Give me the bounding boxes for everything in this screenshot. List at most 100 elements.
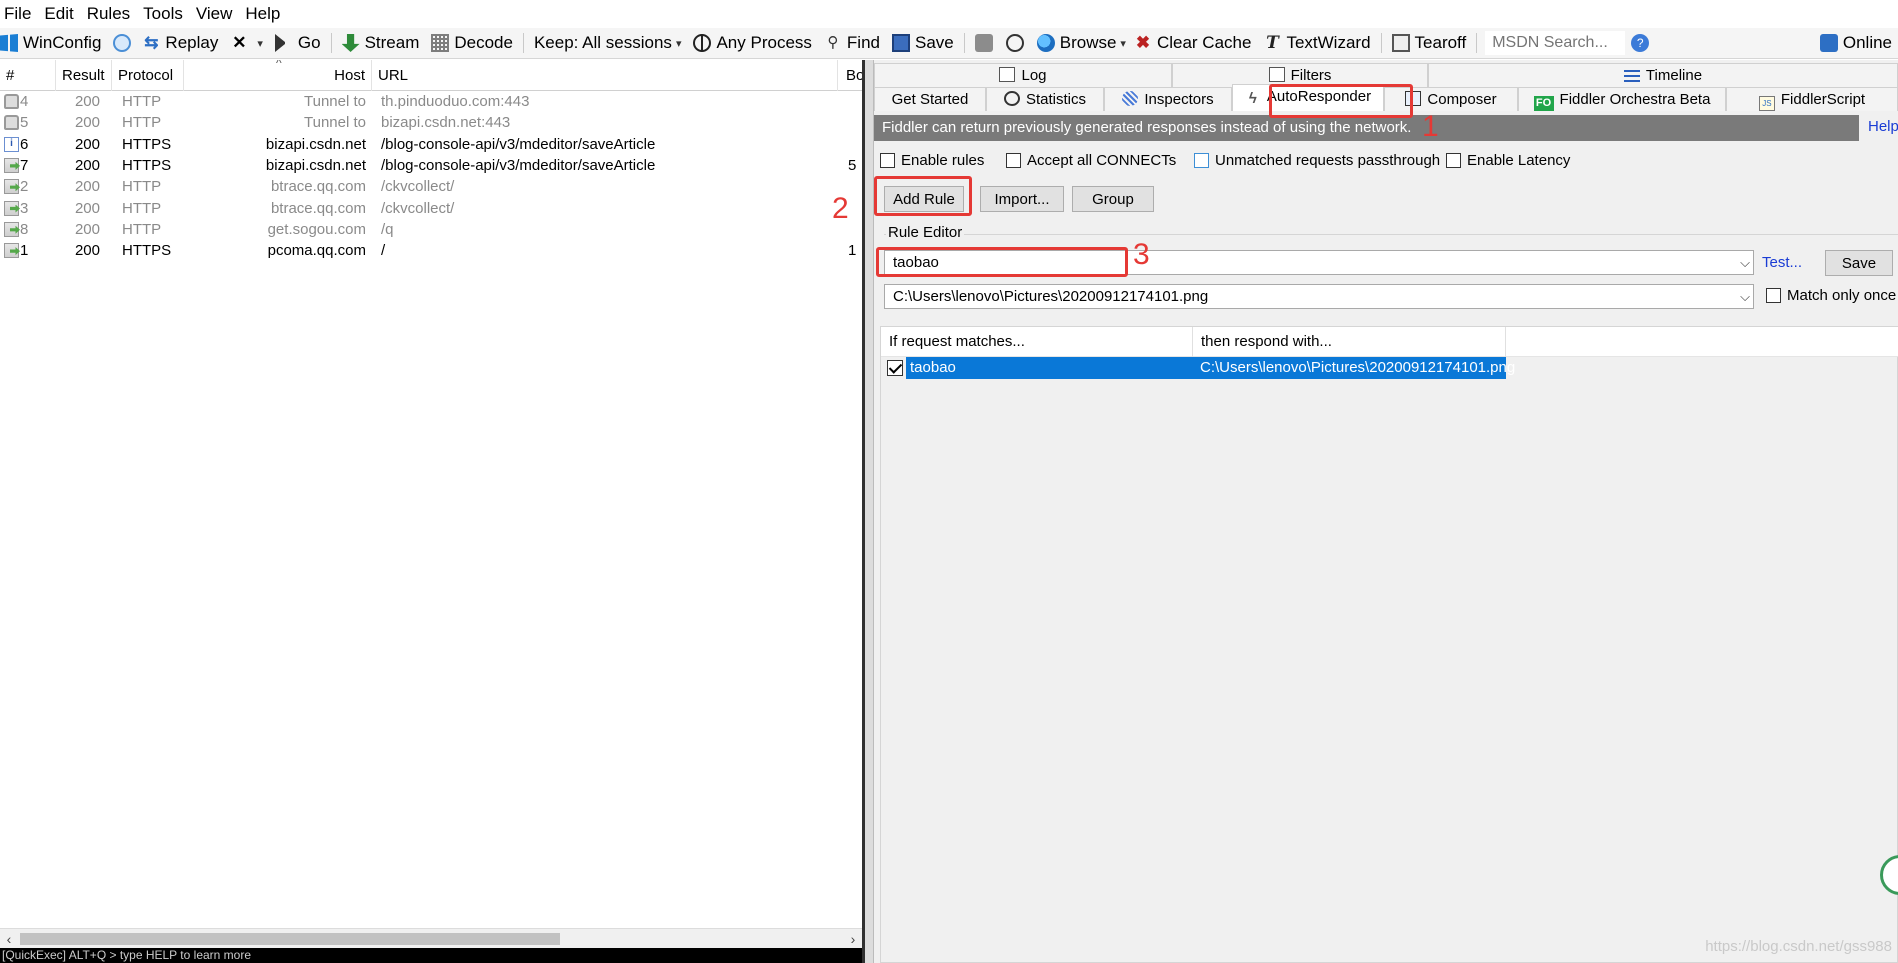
session-cell-url: /ckvcollect/ — [381, 178, 455, 196]
menu-rules[interactable]: Rules — [81, 4, 137, 24]
test-link[interactable]: Test... — [1762, 254, 1802, 271]
session-cell-url: /blog-console-api/v3/mdeditor/saveArticl… — [381, 135, 656, 153]
tab-statistics[interactable]: Statistics — [986, 87, 1104, 111]
group-button[interactable]: Group — [1072, 186, 1154, 212]
rule-row[interactable]: taobao C:\Users\lenovo\Pictures\20200912… — [881, 357, 1515, 379]
remove-dropdown-icon[interactable]: ▾ — [257, 37, 263, 50]
session-row[interactable]: 2 200 HTTP btrace.qq.com/ckvcollect/ — [0, 176, 862, 197]
msdn-search-input[interactable] — [1485, 31, 1626, 55]
session-row[interactable]: i 6 200 HTTPS bizapi.csdn.net/blog-console-a… — [0, 134, 862, 155]
annotation-number-3: 3 — [1133, 238, 1150, 271]
checkbox-box[interactable] — [1766, 288, 1781, 303]
pane-splitter[interactable] — [862, 60, 874, 963]
session-cell-result: 200 — [74, 178, 100, 196]
tab-fiddler-orchestra[interactable]: FO Fiddler Orchestra Beta — [1518, 87, 1726, 111]
menu-file[interactable]: File — [0, 4, 38, 24]
msdn-help-button[interactable]: ? — [1629, 28, 1656, 58]
winconfig-button[interactable]: WinConfig — [0, 28, 107, 58]
match-only-once-checkbox[interactable]: Match only once — [1766, 287, 1896, 304]
winconfig-label: WinConfig — [23, 33, 102, 52]
menu-view[interactable]: View — [190, 4, 240, 24]
tab-get-started[interactable]: Get Started — [874, 87, 986, 111]
chevron-down-icon[interactable]: ⌵ — [1740, 251, 1750, 274]
chevron-down-icon: ▾ — [675, 37, 682, 50]
session-row[interactable]: 7 200 HTTPS bizapi.csdn.net/blog-console-ap… — [0, 155, 862, 176]
fiddler-orchestra-icon: FO — [1533, 96, 1554, 111]
tab-fiddlerscript[interactable]: JS FiddlerScript — [1726, 87, 1898, 111]
column-body[interactable]: Bo — [838, 60, 862, 91]
save-icon — [891, 34, 910, 52]
checkbox-box[interactable] — [1194, 153, 1209, 168]
save-rule-button[interactable]: Save — [1825, 250, 1893, 276]
session-row[interactable]: 8 200 HTTP get.sogou.com/q — [0, 219, 862, 240]
menu-help[interactable]: Help — [239, 4, 287, 24]
rule-enabled-checkbox[interactable] — [887, 360, 903, 376]
find-button[interactable]: ⚲ Find — [818, 28, 886, 58]
checkbox-box[interactable] — [880, 153, 895, 168]
session-cell-id: 6 — [20, 135, 29, 153]
go-label: Go — [297, 33, 321, 52]
lightning-icon: ϟ — [1248, 90, 1257, 107]
stopwatch-icon — [1003, 91, 1020, 106]
textwizard-button[interactable]: T TextWizard — [1257, 28, 1376, 58]
checkbox-box[interactable] — [1446, 153, 1461, 168]
session-row[interactable]: 1 200 HTTPS pcoma.qq.com / 1 — [0, 240, 862, 261]
column-request-matches[interactable]: If request matches... — [881, 327, 1193, 357]
help-link[interactable]: Help — [1868, 118, 1898, 135]
tab-log[interactable]: Log — [874, 63, 1172, 87]
timer-button[interactable] — [1004, 28, 1031, 58]
go-button[interactable]: Go — [269, 28, 327, 58]
decode-button[interactable]: Decode — [425, 28, 519, 58]
rules-list[interactable]: If request matches... then respond with.… — [880, 326, 1898, 963]
clear-cache-button[interactable]: ✖ Clear Cache — [1132, 28, 1258, 58]
column-url[interactable]: URL — [372, 60, 838, 91]
unmatched-passthrough-checkbox[interactable]: Unmatched requests passthrough — [1194, 152, 1440, 169]
session-row[interactable]: 4 200 HTTP Tunnel to th.pinduoduo.com:443 — [0, 91, 862, 112]
chevron-down-icon[interactable]: ▾ — [1120, 37, 1126, 50]
replay-icon: ⇆ — [144, 33, 159, 52]
scroll-right-icon[interactable]: › — [844, 929, 862, 949]
rule-row-selected[interactable]: taobao C:\Users\lenovo\Pictures\20200912… — [906, 357, 1515, 379]
respond-input[interactable]: C:\Users\lenovo\Pictures\20200912174101.… — [884, 284, 1754, 309]
session-row[interactable]: 5 200 HTTP Tunnel to bizapi.csdn.net:443 — [0, 112, 862, 133]
enable-latency-checkbox[interactable]: Enable Latency — [1446, 152, 1570, 169]
session-cell-protocol: HTTP — [122, 114, 162, 132]
quickexec-input[interactable]: [QuickExec] ALT+Q > type HELP to learn m… — [0, 948, 862, 963]
menu-edit[interactable]: Edit — [38, 4, 80, 24]
browse-button[interactable]: Browse ▾ — [1031, 28, 1132, 58]
scroll-left-icon[interactable]: ‹ — [0, 929, 18, 949]
annotation-number-1: 1 — [1422, 110, 1439, 143]
crosshair-icon — [693, 34, 712, 52]
save-button[interactable]: Save — [886, 28, 960, 58]
menu-tools[interactable]: Tools — [137, 4, 190, 24]
enable-rules-checkbox[interactable]: Enable rules — [880, 152, 984, 169]
tab-timeline[interactable]: Timeline — [1428, 63, 1898, 87]
horizontal-scrollbar[interactable]: ‹ › — [0, 928, 862, 948]
replay-button[interactable]: ⇆ Replay — [142, 28, 224, 58]
checkbox-box[interactable] — [1006, 153, 1021, 168]
tearoff-button[interactable]: Tearoff — [1386, 28, 1473, 58]
comment-button[interactable] — [107, 28, 142, 58]
online-button[interactable]: Online — [1813, 28, 1898, 58]
column-result[interactable]: Result — [56, 60, 112, 91]
tab-inspectors[interactable]: Inspectors — [1104, 87, 1232, 111]
session-cell-id: 3 — [20, 199, 29, 217]
session-cell-result: 200 — [74, 199, 100, 217]
chevron-down-icon[interactable]: ⌵ — [1740, 285, 1750, 308]
remove-button[interactable]: ✕ ▾ — [224, 28, 269, 58]
toolbar-separator — [1380, 33, 1382, 53]
screenshot-button[interactable] — [969, 28, 1004, 58]
column-id[interactable]: # — [0, 60, 56, 91]
import-button[interactable]: Import... — [980, 186, 1064, 212]
stream-button[interactable]: Stream — [336, 28, 426, 58]
session-cell-host: pcoma.qq.com — [267, 242, 366, 260]
column-respond-with[interactable]: then respond with... — [1193, 327, 1506, 357]
session-row[interactable]: 3 200 HTTP btrace.qq.com/ckvcollect/ — [0, 198, 862, 219]
save-label: Save — [914, 33, 954, 52]
textwizard-icon: T — [1266, 33, 1279, 53]
scrollbar-thumb[interactable] — [20, 933, 560, 945]
keep-sessions-dropdown[interactable]: Keep: All sessions ▾ — [528, 28, 688, 58]
any-process-button[interactable]: Any Process — [687, 28, 817, 58]
accept-connects-checkbox[interactable]: Accept all CONNECTs — [1006, 152, 1176, 169]
column-protocol[interactable]: Protocol — [112, 60, 184, 91]
